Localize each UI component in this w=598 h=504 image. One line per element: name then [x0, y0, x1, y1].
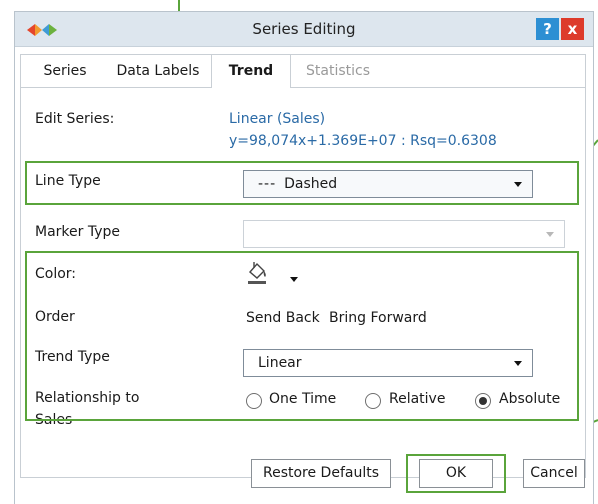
- ok-button-highlight: [406, 454, 506, 493]
- close-button[interactable]: x: [561, 18, 584, 40]
- format-options-highlight: [25, 251, 579, 421]
- tab-statistics: Statistics: [306, 63, 370, 79]
- dialog-titlebar[interactable]: Series Editing ? x: [15, 12, 593, 47]
- tab-data-labels[interactable]: Data Labels: [104, 55, 212, 87]
- cancel-button[interactable]: Cancel: [523, 459, 585, 488]
- marker-type-dropdown: [243, 220, 565, 248]
- tab-trend[interactable]: Trend: [211, 55, 291, 88]
- tab-bar: Series Data Labels Trend Statistics: [21, 55, 585, 88]
- marker-type-label: Marker Type: [35, 224, 120, 240]
- series-equation: y=98,074x+1.369E+07 : Rsq=0.6308: [229, 133, 497, 149]
- series-editing-dialog: Series Editing ? x Series Data Labels Tr…: [14, 11, 594, 504]
- edit-series-label: Edit Series:: [35, 111, 115, 127]
- restore-defaults-button[interactable]: Restore Defaults: [251, 459, 391, 488]
- help-button[interactable]: ?: [536, 18, 559, 40]
- dialog-title: Series Editing: [252, 20, 356, 38]
- line-type-highlight: [25, 161, 579, 205]
- trend-panel: Series Data Labels Trend Statistics Edit…: [20, 54, 586, 478]
- chevron-down-icon: [546, 232, 554, 237]
- series-name: Linear (Sales): [229, 111, 326, 127]
- tab-series[interactable]: Series: [31, 55, 99, 87]
